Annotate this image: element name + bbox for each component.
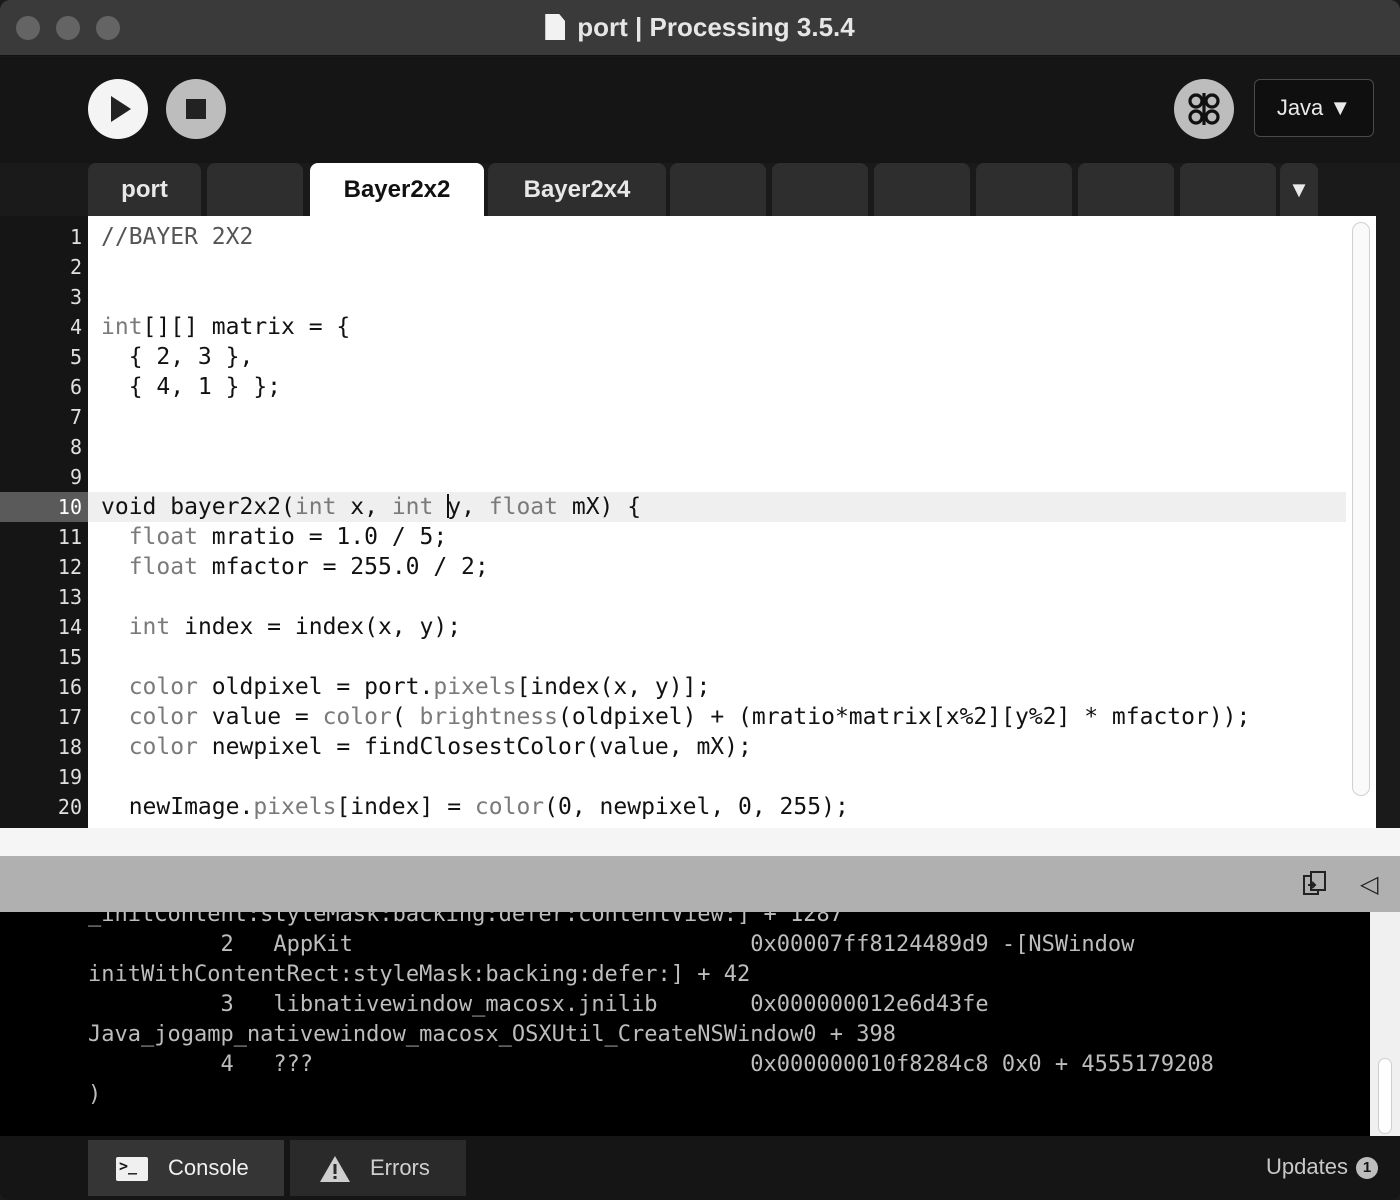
- text-caret: [447, 494, 450, 518]
- console-output: _initContent:styleMask:backing:defer:con…: [0, 912, 1370, 1136]
- window-title: port | Processing 3.5.4: [0, 12, 1400, 43]
- tab-hidden-5[interactable]: [976, 163, 1072, 216]
- collapse-console-icon[interactable]: ◁: [1360, 870, 1378, 899]
- line-number: 4: [69, 315, 82, 339]
- tab-bayer2x4[interactable]: Bayer2x4: [488, 163, 666, 216]
- tab-hidden-3[interactable]: [772, 163, 868, 216]
- tab-hidden-6[interactable]: [1078, 163, 1174, 216]
- title-bar: port | Processing 3.5.4: [0, 0, 1400, 56]
- line-number: 1: [69, 225, 82, 249]
- line-number: 5: [69, 345, 82, 369]
- console-line: 2 AppKit 0x00007ff8124489d9 -[NSWindow: [88, 932, 1135, 957]
- code-editor[interactable]: //BAYER 2X2 int[][] matrix = { { 2, 3 }, …: [88, 216, 1376, 828]
- sketch-tabs: port Bayer2x2 Bayer2x4 ▼: [88, 163, 1318, 216]
- code-line: { 4, 1 } };: [101, 374, 282, 400]
- copy-icon[interactable]: [1302, 870, 1328, 898]
- errors-tab[interactable]: Errors: [290, 1140, 466, 1196]
- console-tab-label: Console: [168, 1155, 249, 1180]
- line-number: 17: [57, 705, 82, 729]
- updates-label: Updates: [1266, 1154, 1348, 1179]
- line-number: 20: [57, 795, 82, 819]
- line-number: 3: [69, 285, 82, 309]
- status-bar: [0, 828, 1400, 856]
- console-scrollbar[interactable]: [1370, 912, 1400, 1136]
- run-button[interactable]: [88, 79, 148, 139]
- document-icon: [545, 14, 566, 40]
- tab-bayer2x2[interactable]: Bayer2x2: [310, 163, 484, 216]
- line-number: 6: [69, 375, 82, 399]
- line-number: 12: [57, 555, 82, 579]
- code-line: color value = color( brightness(oldpixel…: [128, 704, 1251, 730]
- code-line: void bayer2x2(int x, int y, float mX) {: [88, 492, 1346, 522]
- code-line: float mratio = 1.0 / 5;: [128, 524, 448, 550]
- line-number: 2: [69, 255, 82, 279]
- console-line: 4 ??? 0x000000010f8284c8 0x0 + 455517920…: [88, 1052, 1214, 1077]
- footer-bar: Console Errors: [0, 1136, 1400, 1200]
- console-tab[interactable]: Console: [88, 1140, 284, 1196]
- debug-button[interactable]: [1174, 79, 1234, 139]
- butterfly-icon: [1188, 93, 1220, 125]
- editor-scrollbar[interactable]: [1352, 222, 1370, 796]
- console-line: 3 libnativewindow_macosx.jnilib 0x000000…: [88, 992, 989, 1017]
- code-line: color oldpixel = port.pixels[index(x, y)…: [128, 674, 711, 700]
- tab-menu-button[interactable]: ▼: [1280, 163, 1318, 216]
- code-line: //BAYER 2X2: [101, 224, 254, 250]
- line-number: 19: [57, 765, 82, 789]
- updates-button[interactable]: Updates 1: [1266, 1150, 1378, 1184]
- tab-port[interactable]: port: [88, 163, 201, 216]
- console-line: Java_jogamp_nativewindow_macosx_OSXUtil_…: [88, 1022, 896, 1047]
- terminal-icon: [116, 1154, 148, 1181]
- tab-hidden-2[interactable]: [670, 163, 766, 216]
- code-line: newImage.pixels[index] = color(0, newpix…: [101, 794, 849, 820]
- toolbar: Java ▼: [0, 57, 1400, 163]
- console-line: _initContent:styleMask:backing:defer:con…: [88, 912, 843, 927]
- code-line: color newpixel = findClosestColor(value,…: [128, 734, 752, 760]
- line-number: 15: [57, 645, 82, 669]
- line-number-gutter: 1 2 3 4 5 6 7 8 9 10 11 12 13 14 15 16 17 18 19 20: [0, 216, 88, 828]
- code-line: int[][] matrix = {: [101, 314, 351, 340]
- line-number: 16: [57, 675, 82, 699]
- line-number: 11: [57, 525, 82, 549]
- tab-hidden-4[interactable]: [874, 163, 970, 216]
- updates-count-badge: 1: [1356, 1157, 1378, 1179]
- tab-hidden-7[interactable]: [1180, 163, 1276, 216]
- code-line: int index = index(x, y);: [128, 614, 462, 640]
- line-number: 18: [57, 735, 82, 759]
- line-number: 13: [57, 585, 82, 609]
- code-line: float mfactor = 255.0 / 2;: [128, 554, 489, 580]
- console-line: initWithContentRect:styleMask:backing:de…: [88, 962, 751, 987]
- tab-hidden-1[interactable]: [207, 163, 303, 216]
- mode-selector[interactable]: Java ▼: [1254, 79, 1374, 137]
- console-line: ): [88, 1082, 102, 1107]
- line-number: 10: [0, 492, 88, 522]
- code-line: { 2, 3 },: [101, 344, 254, 370]
- console-header: [0, 856, 1400, 912]
- line-number: 8: [69, 435, 82, 459]
- line-number: 14: [57, 615, 82, 639]
- line-number: 9: [69, 465, 82, 489]
- errors-tab-label: Errors: [370, 1155, 430, 1180]
- line-number: 7: [69, 405, 82, 429]
- stop-button[interactable]: [166, 79, 226, 139]
- warning-icon: [320, 1156, 350, 1182]
- console-scroll-thumb[interactable]: [1378, 1058, 1392, 1134]
